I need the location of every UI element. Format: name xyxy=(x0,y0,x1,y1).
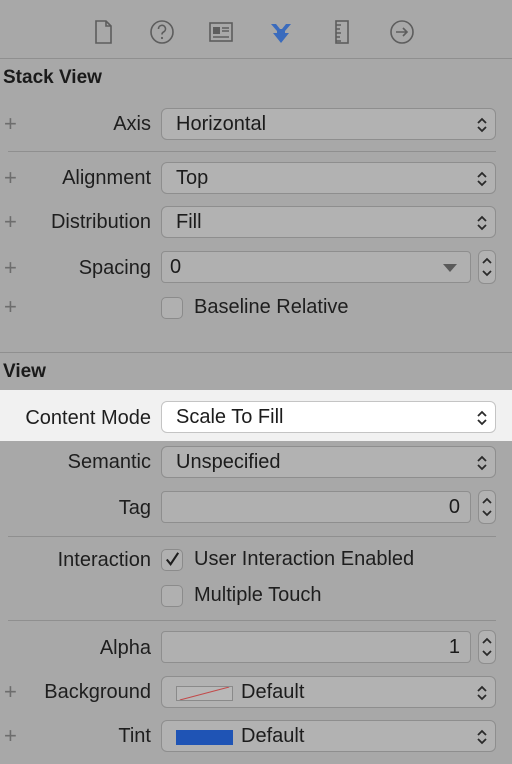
content-mode-value: Scale To Fill xyxy=(176,406,284,428)
section-divider xyxy=(0,352,512,353)
section-title-view: View xyxy=(3,361,46,382)
alignment-label: Alignment xyxy=(62,167,151,189)
axis-label: Axis xyxy=(113,113,151,135)
tab-bar-divider xyxy=(0,58,512,59)
size-ruler-icon[interactable] xyxy=(327,17,357,47)
distribution-label: Distribution xyxy=(50,211,151,233)
row-divider xyxy=(8,151,496,152)
tag-label: Tag xyxy=(118,497,151,519)
dropdown-triangle-icon[interactable] xyxy=(443,264,457,272)
axis-popup[interactable]: Horizontal xyxy=(161,108,496,140)
add-variation-baseline-icon[interactable]: + xyxy=(4,296,18,318)
file-icon[interactable] xyxy=(88,17,118,47)
chevron-updown-icon xyxy=(477,685,487,701)
stepper-arrows-icon xyxy=(482,637,492,657)
background-popup[interactable]: Default xyxy=(161,676,496,708)
content-mode-popup[interactable]: Scale To Fill xyxy=(161,401,496,433)
chevron-updown-icon xyxy=(477,729,487,745)
tag-value: 0 xyxy=(448,496,460,518)
add-variation-alignment-icon[interactable]: + xyxy=(4,167,18,189)
add-variation-background-icon[interactable]: + xyxy=(4,681,18,703)
add-variation-tint-icon[interactable]: + xyxy=(4,725,18,747)
no-color-swatch-icon xyxy=(176,686,233,701)
interaction-label: Interaction xyxy=(57,549,151,571)
content-mode-label: Content Mode xyxy=(25,407,151,429)
row-divider xyxy=(8,536,496,537)
tint-value: Default xyxy=(241,725,305,747)
spacing-combo-field[interactable]: 0 xyxy=(161,251,471,283)
distribution-popup[interactable]: Fill xyxy=(161,206,496,238)
add-variation-axis-icon[interactable]: + xyxy=(4,113,18,135)
help-icon[interactable] xyxy=(147,17,177,47)
semantic-value: Unspecified xyxy=(176,451,281,473)
background-label: Background xyxy=(44,681,151,703)
spacing-label: Spacing xyxy=(78,257,151,279)
tag-field[interactable]: 0 xyxy=(161,491,471,523)
tag-stepper[interactable] xyxy=(478,490,496,524)
add-variation-spacing-icon[interactable]: + xyxy=(4,257,18,279)
stepper-arrows-icon xyxy=(482,257,492,277)
alpha-field[interactable]: 1 xyxy=(161,631,471,663)
baseline-relative-label: Baseline Relative xyxy=(194,296,349,318)
alpha-value: 1 xyxy=(448,636,460,658)
semantic-popup[interactable]: Unspecified xyxy=(161,446,496,478)
alpha-stepper[interactable] xyxy=(478,630,496,664)
alignment-popup[interactable]: Top xyxy=(161,162,496,194)
multiple-touch-checkbox[interactable] xyxy=(161,585,183,607)
chevron-updown-icon xyxy=(477,410,487,426)
chevron-updown-icon xyxy=(477,455,487,471)
semantic-label: Semantic xyxy=(67,451,151,473)
axis-value: Horizontal xyxy=(176,113,267,135)
distribution-value: Fill xyxy=(176,211,202,233)
tint-popup[interactable]: Default xyxy=(161,720,496,752)
baseline-relative-checkbox[interactable] xyxy=(161,297,183,319)
user-interaction-label: User Interaction Enabled xyxy=(194,548,415,570)
section-title-stack-view: Stack View xyxy=(3,67,102,88)
row-divider xyxy=(8,620,496,621)
background-value: Default xyxy=(241,681,305,703)
checkmark-icon xyxy=(165,552,180,567)
spacing-value: 0 xyxy=(170,256,182,278)
tint-color-swatch xyxy=(176,730,233,745)
chevron-updown-icon xyxy=(477,171,487,187)
alpha-label: Alpha xyxy=(99,637,151,659)
user-interaction-checkbox[interactable] xyxy=(161,549,183,571)
tint-label: Tint xyxy=(118,725,151,747)
chevron-updown-icon xyxy=(477,117,487,133)
chevron-updown-icon xyxy=(477,215,487,231)
alignment-value: Top xyxy=(176,167,209,189)
add-variation-distribution-icon[interactable]: + xyxy=(4,211,18,233)
attributes-icon[interactable] xyxy=(266,17,296,47)
connections-arrow-icon[interactable] xyxy=(387,17,417,47)
identity-icon[interactable] xyxy=(206,17,236,47)
spacing-stepper[interactable] xyxy=(478,250,496,284)
multiple-touch-label: Multiple Touch xyxy=(194,584,322,606)
stepper-arrows-icon xyxy=(482,497,492,517)
